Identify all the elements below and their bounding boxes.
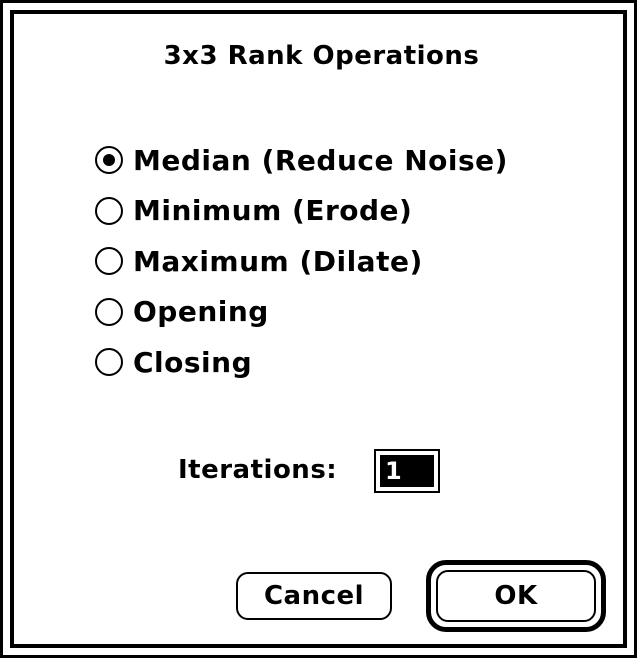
cancel-button[interactable]: Cancel (236, 572, 392, 620)
iterations-input-value[interactable]: 1 (380, 455, 434, 487)
radio-option-closing[interactable]: Closing (95, 337, 508, 388)
radio-label-maximum[interactable]: Maximum (Dilate) (133, 245, 423, 278)
radio-label-opening[interactable]: Opening (133, 295, 269, 328)
radio-button-icon[interactable] (95, 348, 123, 377)
radio-option-maximum[interactable]: Maximum (Dilate) (95, 236, 508, 287)
radio-label-minimum[interactable]: Minimum (Erode) (133, 194, 412, 227)
radio-button-icon[interactable] (95, 297, 123, 326)
ok-button[interactable]: OK (436, 570, 596, 622)
radio-option-opening[interactable]: Opening (95, 287, 508, 338)
radio-button-icon[interactable] (95, 247, 123, 276)
radio-button-checked-icon[interactable] (95, 146, 123, 175)
iterations-label: Iterations: (178, 455, 338, 485)
radio-label-median[interactable]: Median (Reduce Noise) (133, 144, 508, 177)
rank-operations-dialog: 3x3 Rank Operations Median (Reduce Noise… (0, 0, 637, 658)
dialog-title: 3x3 Rank Operations (163, 41, 480, 71)
radio-label-closing[interactable]: Closing (133, 346, 252, 379)
iterations-field[interactable]: 1 (374, 449, 440, 493)
radio-option-minimum[interactable]: Minimum (Erode) (95, 186, 508, 237)
radio-button-icon[interactable] (95, 196, 123, 225)
operation-radio-group: Median (Reduce Noise) Minimum (Erode) Ma… (95, 135, 508, 388)
radio-option-median[interactable]: Median (Reduce Noise) (95, 135, 508, 186)
